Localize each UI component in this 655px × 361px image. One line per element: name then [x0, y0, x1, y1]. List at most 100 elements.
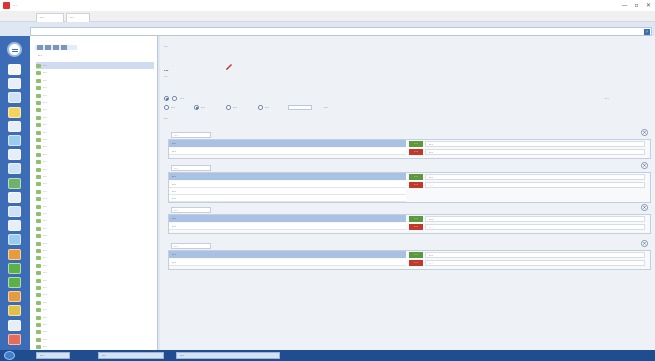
- tree-item[interactable]: ···: [36, 195, 154, 202]
- close-icon[interactable]: ×: [641, 204, 648, 211]
- chart-icon[interactable]: [8, 177, 21, 189]
- close-icon[interactable]: ×: [641, 162, 648, 169]
- tree-item[interactable]: ···: [36, 84, 154, 91]
- expand-icon[interactable]: [37, 45, 43, 50]
- tree-item[interactable]: ···: [36, 121, 154, 128]
- tree-item[interactable]: ···: [36, 106, 154, 113]
- tree-item[interactable]: ···: [36, 291, 154, 298]
- tree-item[interactable]: ···: [36, 129, 154, 136]
- menu-icon[interactable]: [8, 64, 21, 75]
- tree-item[interactable]: ···: [36, 217, 154, 224]
- ok-value[interactable]: ···: [425, 174, 645, 180]
- tree-item[interactable]: ···: [36, 114, 154, 121]
- exit-icon[interactable]: [8, 333, 21, 345]
- tree-item[interactable]: ···: [36, 269, 154, 276]
- option-radio-2[interactable]: [172, 96, 177, 101]
- tree-item[interactable]: ···: [36, 240, 154, 247]
- tree-item[interactable]: ···: [36, 262, 154, 269]
- tree-item[interactable]: ···: [36, 306, 154, 313]
- error-value[interactable]: ···: [425, 224, 645, 230]
- tree-item[interactable]: ···: [36, 77, 154, 84]
- mail-icon[interactable]: [8, 135, 21, 146]
- tree-item[interactable]: ···: [36, 321, 154, 328]
- taskbar-button-3[interactable]: ···: [176, 352, 280, 359]
- print-icon[interactable]: [8, 120, 21, 132]
- rule-card-1: ··· × ··· ··· ··· ··· ··· ···: [168, 129, 651, 159]
- value-field[interactable]: [288, 105, 312, 110]
- close-icon[interactable]: ×: [641, 129, 648, 136]
- node-icon: [36, 189, 41, 194]
- tree-item[interactable]: ···: [36, 151, 154, 158]
- close-button[interactable]: ✕: [644, 2, 653, 9]
- error-value[interactable]: ···: [425, 149, 645, 155]
- maximize-button[interactable]: ▫: [632, 2, 641, 9]
- tree-item[interactable]: ···: [36, 69, 154, 76]
- folder-icon[interactable]: [8, 106, 21, 118]
- flag-icon[interactable]: [8, 291, 21, 303]
- tree-item[interactable]: ···: [36, 299, 154, 306]
- tree-item[interactable]: ···: [36, 284, 154, 291]
- tree-item[interactable]: ···: [36, 158, 154, 165]
- tree-item[interactable]: ···: [36, 99, 154, 106]
- mode-radio-1[interactable]: [164, 105, 169, 110]
- error-value[interactable]: ···: [425, 182, 645, 188]
- tree-item[interactable]: ···: [36, 166, 154, 173]
- tree-item[interactable]: ···: [36, 188, 154, 195]
- ok-value[interactable]: ···: [425, 252, 645, 258]
- settings-icon[interactable]: [8, 220, 21, 232]
- minimize-button[interactable]: —: [620, 2, 629, 9]
- mode-radio-3[interactable]: [226, 105, 231, 110]
- ok-value[interactable]: ···: [425, 216, 645, 222]
- tree-item[interactable]: ···: [36, 210, 154, 217]
- address-input[interactable]: ›: [30, 27, 652, 36]
- ok-value[interactable]: ···: [425, 141, 645, 147]
- table-icon[interactable]: [8, 206, 21, 217]
- check-icon[interactable]: [8, 262, 21, 274]
- grid-icon[interactable]: [8, 163, 21, 175]
- gear-icon[interactable]: [8, 234, 21, 246]
- tree-item[interactable]: ···: [36, 62, 154, 69]
- tree-item[interactable]: ···: [36, 180, 154, 187]
- help-icon[interactable]: [8, 319, 21, 331]
- tag-icon[interactable]: [8, 248, 21, 260]
- user-icon[interactable]: [8, 191, 21, 203]
- taskbar-button-2[interactable]: ···: [98, 352, 164, 359]
- tree-item[interactable]: ···: [36, 314, 154, 321]
- tree-item[interactable]: ···: [36, 336, 154, 343]
- doc-icon[interactable]: [8, 78, 21, 90]
- tree-item-label: ···: [43, 174, 47, 179]
- error-value[interactable]: ···: [425, 260, 645, 266]
- taskbar-button-1[interactable]: ···: [36, 352, 70, 359]
- option-radio-1[interactable]: [164, 96, 169, 101]
- tree-item[interactable]: ···: [36, 173, 154, 180]
- tab-first[interactable]: ···: [36, 13, 64, 22]
- tree-item[interactable]: ···: [36, 328, 154, 335]
- collapse-icon[interactable]: [45, 45, 51, 50]
- save-icon[interactable]: [8, 92, 21, 104]
- tree-item[interactable]: ···: [36, 136, 154, 143]
- mode-radio-2[interactable]: [194, 105, 199, 110]
- menu-orb-button[interactable]: [7, 42, 22, 57]
- check-icon[interactable]: [8, 277, 21, 288]
- tree-item[interactable]: ···: [36, 254, 154, 261]
- close-icon[interactable]: ×: [641, 240, 648, 247]
- tree-item[interactable]: ···: [36, 225, 154, 232]
- warning-icon[interactable]: [8, 305, 21, 317]
- pencil-icon[interactable]: [225, 63, 233, 71]
- mode-radio-4[interactable]: [258, 105, 263, 110]
- options-link[interactable]: ···: [605, 96, 647, 101]
- property-title: ···: [164, 68, 169, 73]
- go-icon[interactable]: ›: [644, 29, 650, 35]
- refresh-icon[interactable]: [53, 45, 59, 50]
- start-button[interactable]: [4, 351, 15, 360]
- tree-item[interactable]: ···: [36, 232, 154, 239]
- filter-icon[interactable]: [61, 45, 67, 50]
- search-icon[interactable]: [8, 149, 21, 161]
- tab-second[interactable]: ···: [66, 13, 90, 22]
- tree-item[interactable]: ···: [36, 203, 154, 210]
- tree-item[interactable]: ···: [36, 143, 154, 150]
- tree-item[interactable]: ···: [36, 277, 154, 284]
- tree-item[interactable]: ···: [36, 92, 154, 99]
- tree-item[interactable]: ···: [36, 247, 154, 254]
- tree-root[interactable]: ···: [38, 53, 138, 60]
